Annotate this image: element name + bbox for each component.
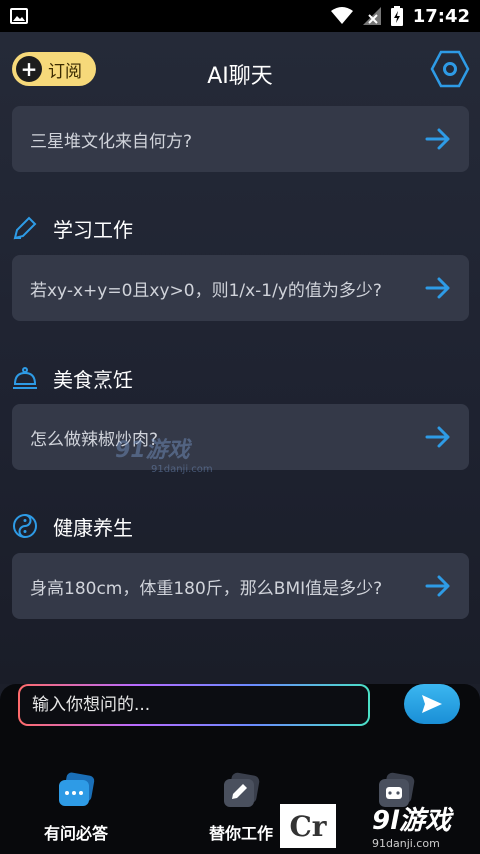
arrow-right-icon [425,575,450,597]
settings-hexagon-icon[interactable] [430,49,470,89]
send-button[interactable] [404,684,460,724]
suggestion-text: 三星堆文化来自何方? [30,131,193,152]
section-health: 健康养生 [12,511,133,541]
watermark-cr-logo: Cr [280,804,336,848]
wifi-icon [330,7,353,24]
nav-label: 替你工作 [208,824,273,843]
pencil-icon [13,216,37,240]
arrow-right-icon [425,128,450,150]
section-food-cooking: 美食烹饪 [12,363,133,393]
suggestion-card-3[interactable]: 怎么做辣椒炒肉? [12,404,469,470]
question-input[interactable] [32,695,368,715]
chat-bubble-icon [59,772,95,806]
food-cloche-icon [13,367,37,389]
nav-ask[interactable]: 有问必答 [21,770,131,844]
image-notification-icon [10,8,28,24]
yin-yang-icon [13,514,37,538]
suggestion-card-1[interactable]: 三星堆文化来自何方? [12,106,469,172]
watermark-91game: 91游戏 91danji.com [115,438,213,475]
arrow-right-icon [425,426,450,448]
status-bar: 17:42 [0,0,480,32]
cellular-icon [362,7,381,25]
suggestion-card-4[interactable]: 身高180cm，体重180斤，那么BMI值是多少? [12,553,469,619]
section-title: 美食烹饪 [53,367,133,392]
question-input-frame [18,684,370,726]
battery-charging-icon [390,6,403,26]
watermark-91danji: 9l游戏 91danji.com [372,806,452,850]
nav-label: 有问必答 [43,824,108,843]
section-title: 健康养生 [53,515,133,540]
suggestion-text: 身高180cm，体重180斤，那么BMI值是多少? [30,578,383,599]
page-title: AI聊天 [207,64,273,89]
clock: 17:42 [412,5,470,27]
suggestion-text: 怎么做辣椒炒肉? [30,429,159,450]
edit-icon [224,772,260,807]
arrow-right-icon [425,277,450,299]
suggestion-card-2[interactable]: 若xy-x+y=0且xy>0，则1/x-1/y的值为多少? [12,255,469,321]
chat-home: + 订阅 AI聊天 三星堆文化来自何方? 学习工作 若xy-x+y=0且xy>0… [0,32,480,684]
send-icon [422,695,442,713]
suggestion-text: 若xy-x+y=0且xy>0，则1/x-1/y的值为多少? [30,280,382,301]
section-study-work: 学习工作 [12,213,133,243]
section-title: 学习工作 [53,217,133,242]
